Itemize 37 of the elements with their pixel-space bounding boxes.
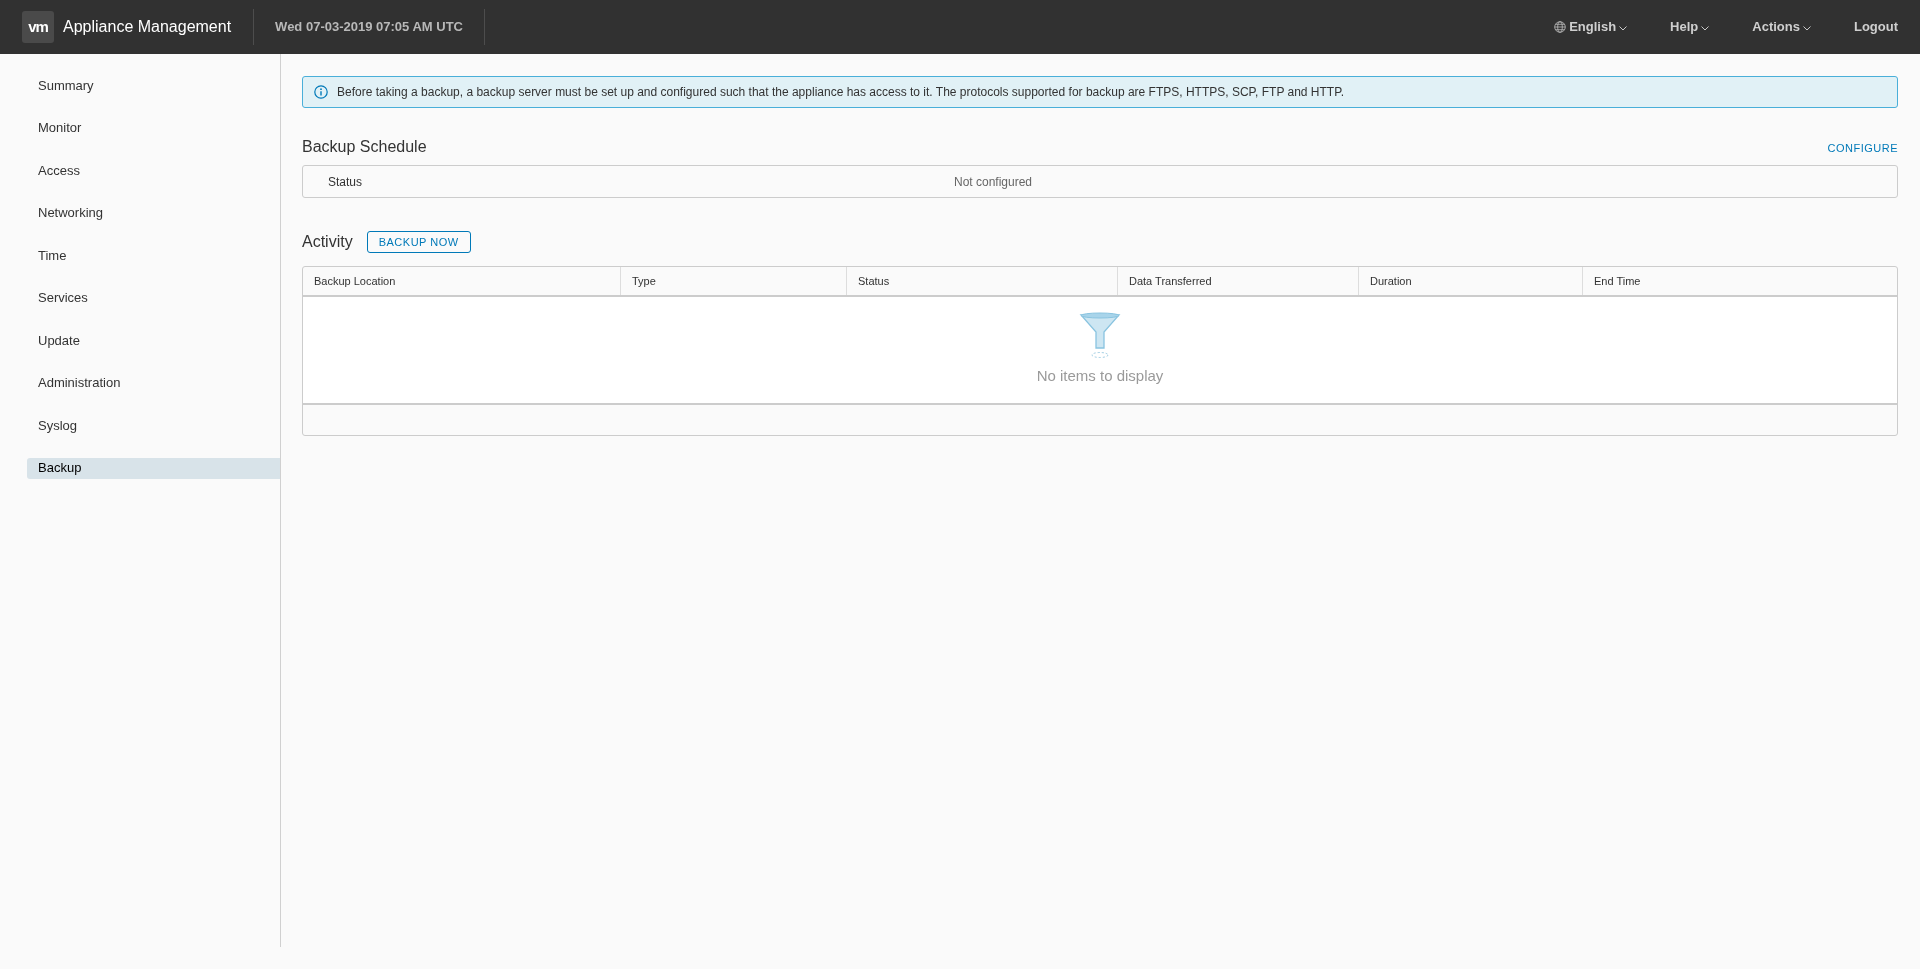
menu-dropdown[interactable]: Actions <box>1752 17 1811 37</box>
column-header: Data Transferred <box>1128 273 1212 289</box>
nav-item[interactable]: Time <box>27 245 280 266</box>
nav-item[interactable]: Networking <box>27 202 280 224</box>
nav-item[interactable]: Monitor <box>27 117 280 139</box>
column-header: End Time <box>1593 273 1641 289</box>
configure-link[interactable]: CONFIGURE <box>1827 139 1898 156</box>
menu-dropdown[interactable]: Help <box>1670 17 1710 37</box>
field-label: Status <box>327 173 364 191</box>
date-time: Wed 07-03-2019 07:05 AM UTC <box>275 18 463 37</box>
column-header: Status <box>857 273 890 289</box>
nav-item[interactable]: Syslog <box>27 415 280 436</box>
info-icon <box>314 85 328 99</box>
column-header: Backup Location <box>313 273 396 289</box>
caret-icon <box>1802 26 1811 31</box>
logout-link[interactable]: Logout <box>1853 17 1898 37</box>
column-header: Duration <box>1369 273 1412 289</box>
nav-item[interactable]: Administration <box>27 372 280 394</box>
menu-dropdown[interactable]: English <box>1554 17 1628 37</box>
backup-now-button[interactable]: BACKUP NOW <box>366 231 471 253</box>
section-title: Activity <box>302 232 353 252</box>
globe-icon <box>1554 21 1567 33</box>
caret-icon <box>1701 26 1710 31</box>
nav-item[interactable]: Update <box>27 330 280 351</box>
logo: vm <box>22 11 54 43</box>
nav-item[interactable]: Services <box>27 287 280 309</box>
caret-icon <box>1619 26 1628 31</box>
field-value: Not configured <box>954 173 1033 191</box>
funnel-icon <box>1079 312 1121 361</box>
nav-item[interactable]: Access <box>27 160 280 181</box>
empty-state-text: No items to display <box>1036 366 1164 387</box>
alert-text: Before taking a backup, a backup server must be set up and configured such that the appliance has access to it. The protocols supported for backup are FTPS, HTTPS, SCP, FTP and HTTP. <box>337 84 1344 101</box>
nav-item[interactable]: Backup <box>27 457 280 479</box>
column-header: Type <box>631 273 656 289</box>
nav-item[interactable]: Summary <box>27 75 280 96</box>
app-title: Appliance Management <box>63 17 232 37</box>
section-title: Backup Schedule <box>302 137 427 157</box>
